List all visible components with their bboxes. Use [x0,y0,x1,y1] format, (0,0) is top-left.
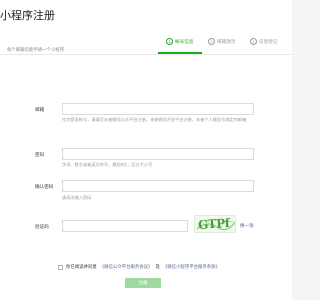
email-field[interactable] [62,103,254,115]
register-button[interactable]: 注册 [125,278,161,288]
captcha-label: 验证码 [35,224,49,229]
email-label: 邮箱 [35,107,45,112]
step-number: 2 [208,38,215,45]
confirm-password-field[interactable] [62,180,254,192]
captcha-refresh-link[interactable]: 换一张 [240,223,254,229]
active-step-indicator-bar [158,52,202,54]
confirm-password-tip: 请再次输入密码 [62,195,92,200]
form-subtitle: 每个邮箱仅能申请一个小程序 [7,47,65,52]
service-agreement-link[interactable]: 《微信公众平台服务协议》 [100,264,153,270]
platform-terms-link[interactable]: 《微信小程序平台服务条款》 [163,264,220,270]
step-label: 信息登记 [259,38,278,44]
agreement-row: 你已阅读并同意 《微信公众平台服务协议》 及 《微信小程序平台服务条款》 [58,264,220,270]
password-tip: 字母、数字或者英文符号，最短8位，区分大小写 [62,162,153,167]
step-number: 3 [250,38,257,45]
step-email-activation: 2 邮箱激活 [208,38,235,45]
step-label: 邮箱激活 [217,38,236,44]
agreement-conjunction: 及 [155,264,160,269]
step-number: 1 [166,38,173,45]
agreement-prefix: 你已阅读并同意 [66,264,97,269]
password-field[interactable] [62,148,254,160]
page-title: 小程序注册 [0,10,55,22]
captcha-text: GTPf [197,215,230,233]
confirm-password-label: 确认密码 [35,184,54,189]
step-account-info: 1 帐号信息 [166,38,193,45]
captcha-field[interactable] [62,220,188,232]
email-tip: 作为登录帐号，请填写未被微信公众平台注册，未被微信开放平台注册，未被个人微信号绑… [62,117,247,122]
step-label: 帐号信息 [175,38,194,44]
password-label: 密码 [35,152,45,157]
step-info-registration: 3 信息登记 [250,38,277,45]
captcha-image[interactable]: GTPf [194,215,236,233]
agreement-checkbox[interactable] [58,264,63,270]
page-header: 小程序注册 [0,0,292,32]
